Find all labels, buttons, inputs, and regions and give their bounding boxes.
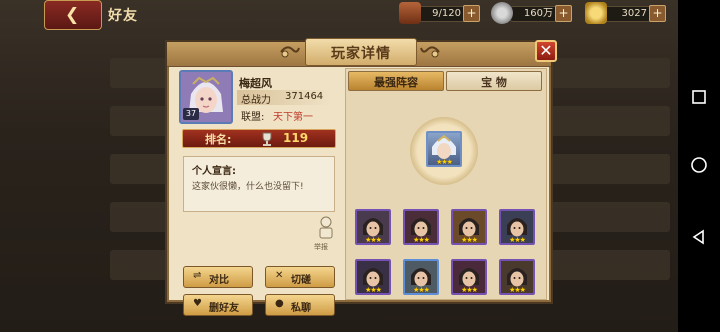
rank-label: 排名: xyxy=(205,133,232,146)
delete-friend-button[interactable]: ♥ 删好友 xyxy=(183,294,253,316)
back-button[interactable]: ❮ xyxy=(44,0,102,30)
report-label[interactable]: 举报 xyxy=(314,242,328,252)
tab-treasure[interactable]: 宝 物 xyxy=(446,71,542,91)
scroll-ornament-icon xyxy=(280,46,300,58)
close-button[interactable]: ✕ xyxy=(535,40,557,62)
player-name: 梅超风 xyxy=(239,77,272,90)
home-icon[interactable] xyxy=(690,156,708,174)
chat-bubble-icon: ● xyxy=(275,298,284,309)
leader-slot: ★★★ xyxy=(410,117,478,185)
silver-count: 160万 xyxy=(523,8,553,19)
leader-stars: ★★★ xyxy=(436,158,453,166)
recent-apps-icon[interactable] xyxy=(690,88,708,106)
hero-stars: ★★★ xyxy=(365,286,382,294)
hero-stars: ★★★ xyxy=(461,236,478,244)
player-info-panel: 37 梅超风 总战力 371464 联盟: 天下第一 排名: 119 个人宣言: xyxy=(177,68,339,316)
hero-stars: ★★★ xyxy=(365,236,382,244)
report-icon[interactable] xyxy=(317,216,335,242)
hero-stars: ★★★ xyxy=(413,236,430,244)
player-level-badge: 37 xyxy=(183,108,199,120)
hero-stars: ★★★ xyxy=(509,236,526,244)
declaration-box: 个人宣言: 这家伙很懒，什么也没留下! xyxy=(183,156,335,212)
top-bar: ❮ 好友 9/120 + 160万 + 3027 + xyxy=(0,0,678,30)
hero-slot[interactable]: ★★★ xyxy=(499,209,535,245)
dialog-title: 玩家详情 xyxy=(331,46,391,62)
hero-stars: ★★★ xyxy=(413,286,430,294)
silver-coin-icon xyxy=(491,2,513,24)
power-plate: 总战力 371464 xyxy=(237,90,331,106)
dialog-header: 玩家详情 xyxy=(167,38,551,67)
private-chat-button[interactable]: ● 私聊 xyxy=(265,294,335,316)
add-ingot-button[interactable]: + xyxy=(649,5,666,22)
power-label: 总战力 xyxy=(241,95,271,106)
game-background: ❮ 好友 9/120 + 160万 + 3027 + 玩家详情 ✕ 37 梅超风… xyxy=(0,0,678,332)
trophy-icon xyxy=(262,132,272,146)
close-icon: ✕ xyxy=(539,41,553,60)
hero-slot[interactable]: ★★★ xyxy=(403,259,439,295)
ingot-count: 3027 xyxy=(621,8,647,19)
private-chat-label: 私聊 xyxy=(291,303,311,314)
tab-strongest-lineup[interactable]: 最强阵容 xyxy=(348,71,444,91)
spar-label: 切磋 xyxy=(291,275,311,286)
power-value: 371464 xyxy=(285,91,324,102)
resource-ingot: 3027 + xyxy=(585,2,666,24)
scroll-ornament-icon xyxy=(420,46,440,58)
lineup-panel: 最强阵容 宝 物 ★★★ ★★★ ★★★ ★★★ ★★★ ★★★ ★★★ ★★★ ★★★ xyxy=(345,68,547,300)
hero-slot[interactable]: ★★★ xyxy=(355,259,391,295)
alliance-label: 联盟: xyxy=(241,112,265,123)
hero-slot[interactable]: ★★★ xyxy=(451,209,487,245)
compare-label: 对比 xyxy=(209,275,229,286)
compare-icon: ⇌ xyxy=(193,270,202,281)
resource-silver: 160万 + xyxy=(491,2,572,24)
tab-treasure-label: 宝 物 xyxy=(481,76,507,89)
declaration-text: 这家伙很懒，什么也没留下! xyxy=(192,182,304,192)
treasure-chest-icon xyxy=(399,2,421,24)
broken-heart-icon: ♥ xyxy=(193,298,202,309)
android-nav-bar xyxy=(678,0,720,332)
hero-stars: ★★★ xyxy=(509,286,526,294)
declaration-title: 个人宣言: xyxy=(192,166,236,177)
resource-chest: 9/120 + xyxy=(399,2,480,24)
friends-title: 好友 xyxy=(108,8,138,24)
player-detail-dialog: 玩家详情 ✕ 37 梅超风 总战力 371464 联盟: 天下第一 排名: 11… xyxy=(167,38,557,316)
back-arrow-icon: ❮ xyxy=(65,5,80,25)
leader-hero-portrait[interactable]: ★★★ xyxy=(426,131,462,167)
dialog-title-plate: 玩家详情 xyxy=(305,38,417,66)
back-triangle-icon[interactable] xyxy=(690,228,708,246)
chest-count: 9/120 xyxy=(432,8,461,19)
hero-slot[interactable]: ★★★ xyxy=(499,259,535,295)
hero-slot[interactable]: ★★★ xyxy=(403,209,439,245)
hero-slot[interactable]: ★★★ xyxy=(355,209,391,245)
spar-button[interactable]: ✕ 切磋 xyxy=(265,266,335,288)
rank-value: 119 xyxy=(283,131,309,145)
tab-strongest-lineup-label: 最强阵容 xyxy=(374,76,418,89)
add-chest-button[interactable]: + xyxy=(463,5,480,22)
crossed-swords-icon: ✕ xyxy=(275,270,284,281)
ingot-icon xyxy=(585,2,607,24)
rank-bar: 排名: 119 xyxy=(182,129,336,148)
hero-slot[interactable]: ★★★ xyxy=(451,259,487,295)
delete-friend-label: 删好友 xyxy=(209,303,239,314)
add-silver-button[interactable]: + xyxy=(555,5,572,22)
alliance-value: 天下第一 xyxy=(273,112,313,123)
player-avatar[interactable]: 37 xyxy=(179,70,233,124)
hero-stars: ★★★ xyxy=(461,286,478,294)
compare-button[interactable]: ⇌ 对比 xyxy=(183,266,253,288)
